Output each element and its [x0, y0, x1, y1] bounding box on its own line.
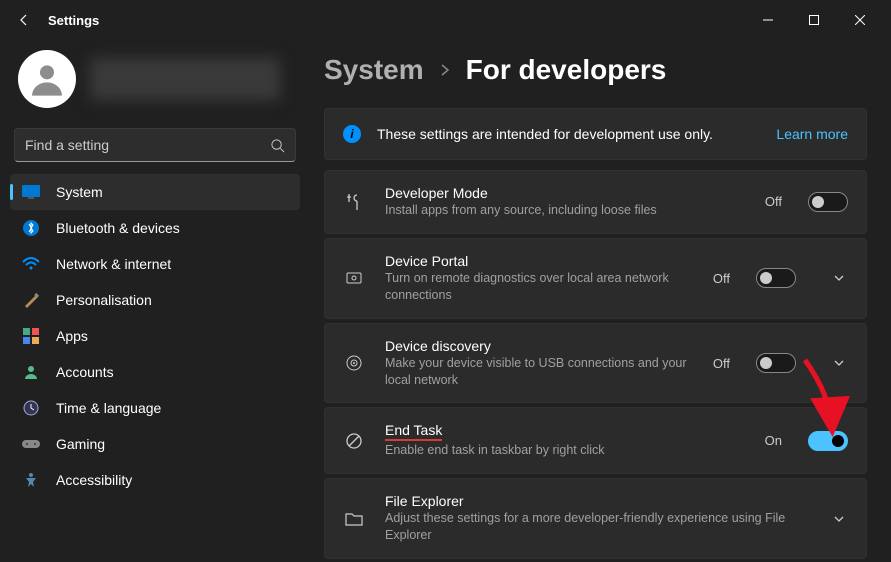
card-desc: Install apps from any source, including … [385, 202, 745, 219]
accounts-icon [22, 363, 40, 381]
expand-chevron[interactable] [830, 271, 848, 285]
nav-item-gaming[interactable]: Gaming [10, 426, 300, 462]
radar-icon [343, 352, 365, 374]
nav-label: System [56, 184, 103, 200]
toggle-state: Off [765, 194, 782, 209]
nav-item-apps[interactable]: Apps [10, 318, 300, 354]
nav-item-network[interactable]: Network & internet [10, 246, 300, 282]
expand-chevron[interactable] [830, 356, 848, 370]
toggle-state: Off [713, 271, 730, 286]
minimize-button[interactable] [745, 4, 791, 36]
nav-item-accessibility[interactable]: Accessibility [10, 462, 300, 498]
account-header[interactable] [10, 40, 300, 124]
portal-icon [343, 267, 365, 289]
chevron-right-icon [438, 63, 452, 77]
back-button[interactable] [8, 4, 40, 36]
person-icon [27, 59, 67, 99]
card-desc: Turn on remote diagnostics over local ar… [385, 270, 693, 304]
minimize-icon [763, 15, 773, 25]
card-developer-mode[interactable]: Developer Mode Install apps from any sou… [324, 170, 867, 234]
nav-label: Accessibility [56, 472, 132, 488]
nav-label: Apps [56, 328, 88, 344]
nav-label: Accounts [56, 364, 114, 380]
nav-item-personalisation[interactable]: Personalisation [10, 282, 300, 318]
search-input[interactable] [14, 128, 296, 162]
monitor-icon [22, 183, 40, 201]
card-title: Device Portal [385, 253, 693, 269]
nav-list: System Bluetooth & devices Network & int… [10, 174, 300, 498]
nav-label: Time & language [56, 400, 161, 416]
search-field[interactable] [25, 137, 270, 153]
accessibility-icon [22, 471, 40, 489]
maximize-icon [809, 15, 819, 25]
nav-label: Gaming [56, 436, 105, 452]
nav-item-time[interactable]: Time & language [10, 390, 300, 426]
info-banner: i These settings are intended for develo… [324, 108, 867, 160]
search-icon [270, 138, 285, 153]
tools-icon [343, 191, 365, 213]
card-title: End Task [385, 422, 745, 441]
card-title: Developer Mode [385, 185, 745, 201]
card-file-explorer[interactable]: File Explorer Adjust these settings for … [324, 478, 867, 559]
maximize-button[interactable] [791, 4, 837, 36]
info-text: These settings are intended for developm… [377, 126, 760, 142]
close-icon [855, 15, 865, 25]
disable-icon [343, 430, 365, 452]
window-title: Settings [48, 13, 99, 28]
toggle-state: Off [713, 356, 730, 371]
nav-item-accounts[interactable]: Accounts [10, 354, 300, 390]
breadcrumb-parent[interactable]: System [324, 54, 424, 86]
breadcrumb: System For developers [324, 54, 867, 86]
developer-mode-toggle[interactable] [808, 192, 848, 212]
gaming-icon [22, 435, 40, 453]
wifi-icon [22, 255, 40, 273]
device-discovery-toggle[interactable] [756, 353, 796, 373]
info-icon: i [343, 125, 361, 143]
learn-more-link[interactable]: Learn more [776, 126, 848, 142]
nav-label: Personalisation [56, 292, 152, 308]
device-portal-toggle[interactable] [756, 268, 796, 288]
chevron-down-icon [832, 512, 846, 526]
card-desc: Enable end task in taskbar by right clic… [385, 442, 745, 459]
close-button[interactable] [837, 4, 883, 36]
nav-label: Network & internet [56, 256, 171, 272]
folder-icon [343, 508, 365, 530]
card-title: File Explorer [385, 493, 796, 509]
clock-icon [22, 399, 40, 417]
card-device-discovery[interactable]: Device discovery Make your device visibl… [324, 323, 867, 404]
card-desc: Adjust these settings for a more develop… [385, 510, 796, 544]
expand-chevron[interactable] [830, 512, 848, 526]
card-desc: Make your device visible to USB connecti… [385, 355, 693, 389]
nav-item-bluetooth[interactable]: Bluetooth & devices [10, 210, 300, 246]
card-device-portal[interactable]: Device Portal Turn on remote diagnostics… [324, 238, 867, 319]
chevron-down-icon [832, 271, 846, 285]
end-task-toggle[interactable] [808, 431, 848, 451]
toggle-state: On [765, 433, 782, 448]
card-end-task[interactable]: End Task Enable end task in taskbar by r… [324, 407, 867, 474]
card-title: Device discovery [385, 338, 693, 354]
account-name-redacted [90, 58, 280, 100]
chevron-down-icon [832, 356, 846, 370]
bluetooth-icon [22, 219, 40, 237]
nav-item-system[interactable]: System [10, 174, 300, 210]
nav-label: Bluetooth & devices [56, 220, 180, 236]
breadcrumb-current: For developers [466, 54, 667, 86]
apps-icon [22, 327, 40, 345]
paintbrush-icon [22, 291, 40, 309]
arrow-left-icon [16, 12, 32, 28]
avatar [18, 50, 76, 108]
